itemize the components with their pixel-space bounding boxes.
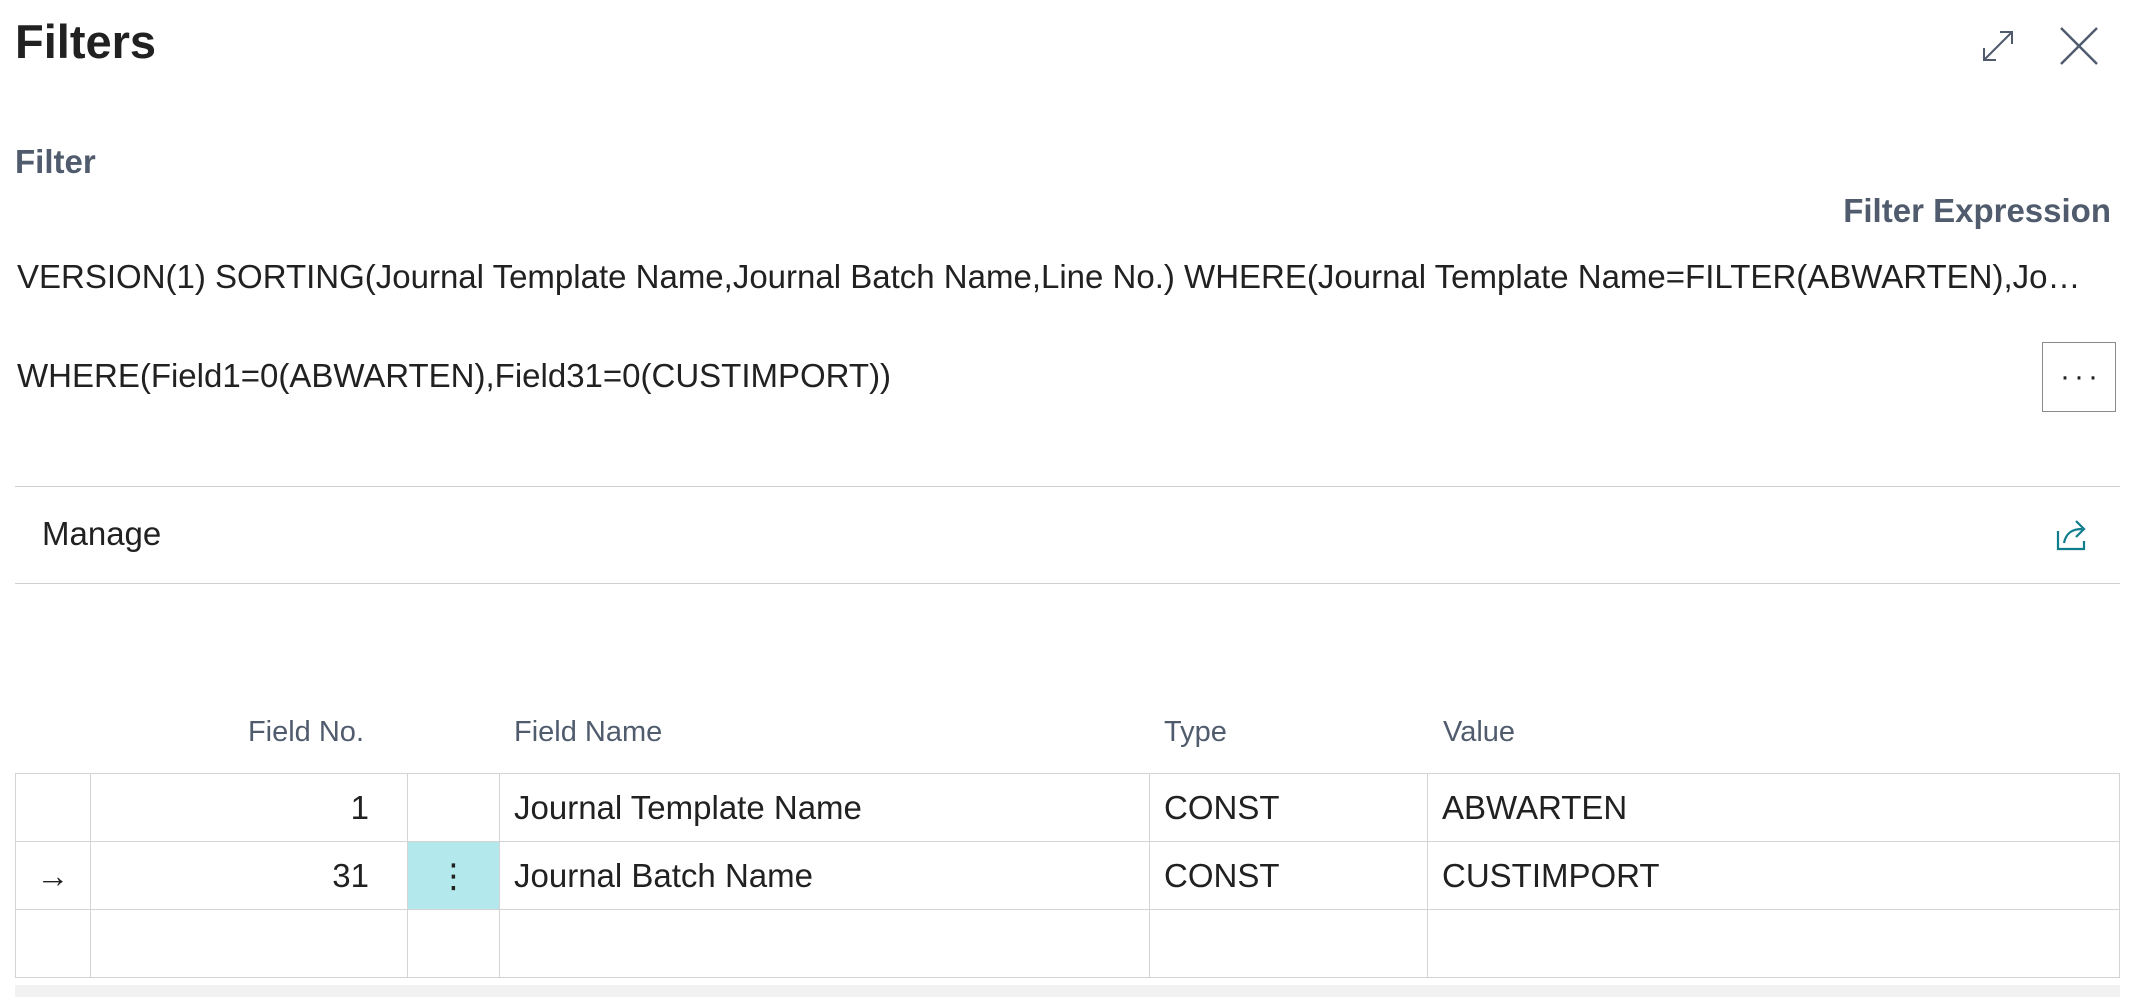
more-options-button[interactable]: ··· <box>2042 342 2116 412</box>
filters-dialog: Filters Filter Filter Expression VERSION… <box>0 0 2141 997</box>
row-indicator[interactable] <box>15 909 91 978</box>
row-menu-cell[interactable] <box>407 909 500 978</box>
filter-section-label: Filter <box>15 143 96 180</box>
field-name-cell[interactable]: Journal Template Name <box>499 773 1150 842</box>
filter-lines-table: 1 Journal Template Name CONST ABWARTEN →… <box>15 773 2120 978</box>
expand-diagonal-icon <box>1983 31 2013 61</box>
table-row[interactable]: 1 Journal Template Name CONST ABWARTEN <box>15 773 2120 842</box>
share-icon <box>2056 520 2086 551</box>
column-header-value[interactable]: Value <box>1443 716 1515 749</box>
row-actions-button[interactable]: ⋮ <box>407 841 500 910</box>
row-indicator[interactable] <box>15 773 91 842</box>
filter-expression-text: VERSION(1) SORTING(Journal Template Name… <box>17 258 2081 295</box>
type-cell[interactable]: CONST <box>1149 773 1428 842</box>
where-expression-text: WHERE(Field1=0(ABWARTEN),Field31=0(CUSTI… <box>17 357 892 394</box>
filter-expression-label: Filter Expression <box>1843 192 2111 229</box>
row-indicator[interactable]: → <box>15 841 91 910</box>
value-cell[interactable]: CUSTIMPORT <box>1427 841 2120 910</box>
field-no-cell[interactable]: 1 <box>90 773 408 842</box>
column-header-field-name[interactable]: Field Name <box>514 716 662 749</box>
type-cell[interactable] <box>1149 909 1428 978</box>
dialog-title: Filters <box>15 15 157 68</box>
manage-menu[interactable]: Manage <box>42 515 161 553</box>
type-cell[interactable]: CONST <box>1149 841 1428 910</box>
field-no-cell[interactable]: 31 <box>90 841 408 910</box>
field-name-cell[interactable]: Journal Batch Name <box>499 841 1150 910</box>
field-no-cell[interactable] <box>90 909 408 978</box>
close-button[interactable] <box>2047 14 2111 78</box>
table-row[interactable]: → 31 ⋮ Journal Batch Name CONST CUSTIMPO… <box>15 841 2120 910</box>
field-name-cell[interactable] <box>499 909 1150 978</box>
column-header-type[interactable]: Type <box>1164 716 1227 749</box>
table-footer-strip <box>15 985 2120 997</box>
close-icon <box>2060 27 2098 65</box>
value-cell[interactable]: ABWARTEN <box>1427 773 2120 842</box>
share-button[interactable] <box>2050 511 2098 559</box>
manage-action-bar: Manage <box>15 486 2120 584</box>
column-header-field-no[interactable]: Field No. <box>92 716 364 749</box>
table-row[interactable] <box>15 909 2120 978</box>
expand-button[interactable] <box>1966 14 2030 78</box>
row-menu-cell[interactable] <box>407 773 500 842</box>
value-cell[interactable] <box>1427 909 2120 978</box>
